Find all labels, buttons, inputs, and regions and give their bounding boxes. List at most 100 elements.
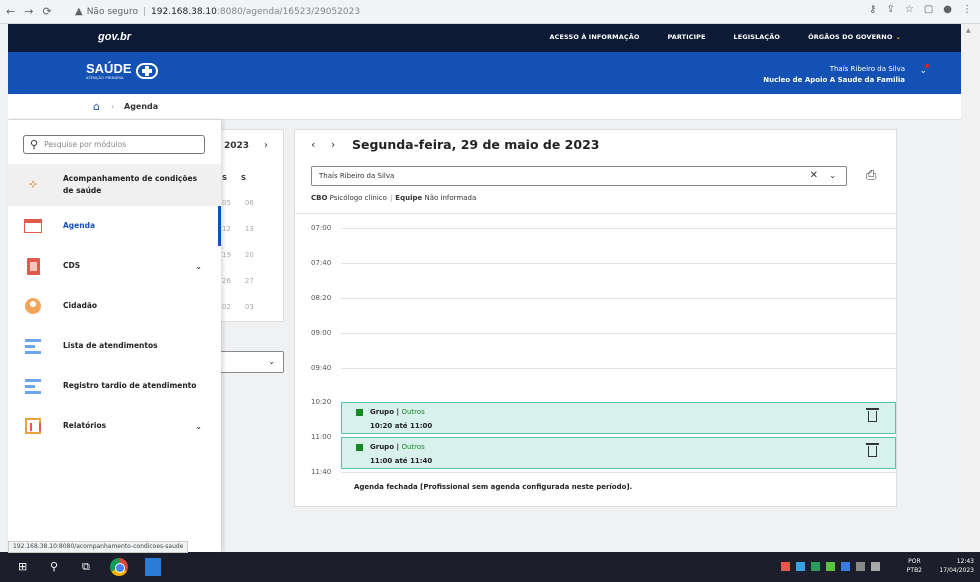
taskbar: ⊞ ⚲ ⧉ POR PTB2 12:43 17/04/2023 <box>0 552 980 582</box>
address-bar[interactable]: ▲ Não seguro | 192.168.38.10:8080/agenda… <box>75 6 360 17</box>
search-placeholder: Pesquise por módulos <box>44 140 127 149</box>
user-name: Thaís Ribeiro da Silva <box>829 65 905 73</box>
warning-icon: ▲ <box>75 6 83 17</box>
search-icon[interactable]: ⚲ <box>50 560 58 573</box>
cds-icon <box>23 257 43 275</box>
calendar-week[interactable]: 12 13 <box>222 225 254 233</box>
time-label: 09:00 <box>311 329 332 337</box>
chevron-down-icon: ⌄ <box>268 357 275 366</box>
page-scrollbar[interactable]: ▲ <box>961 24 980 552</box>
schedule-date: Segunda-feira, 29 de maio de 2023 <box>352 137 600 152</box>
saude-logo[interactable]: SAÚDE ATENÇÃO PRIMÁRIA <box>86 62 158 80</box>
user-info[interactable]: Thaís Ribeiro da Silva Nucleo de Apoio A… <box>763 64 905 86</box>
url-path: :8080/agenda/16523/29052023 <box>216 6 361 17</box>
profile-icon[interactable]: ● <box>943 4 952 15</box>
tray-app-icon <box>781 562 790 571</box>
schedule-event[interactable]: Grupo | Outros 10:20 até 11:00 <box>341 402 896 434</box>
sidebar-item-lista[interactable]: Lista de atendimentos <box>8 326 221 366</box>
time-label: 11:00 <box>311 433 332 441</box>
system-tray[interactable] <box>781 562 880 571</box>
time-label: 11:40 <box>311 468 332 476</box>
calendar-next-icon[interactable]: › <box>264 140 268 151</box>
sidebar-item-label: Agenda <box>63 221 96 230</box>
task-view-icon[interactable]: ⧉ <box>82 560 90 574</box>
user-unit: Nucleo de Apoio A Saude da Familia <box>763 76 905 84</box>
time-label: 07:00 <box>311 224 332 232</box>
forward-icon[interactable]: → <box>24 5 33 18</box>
language-indicator[interactable]: POR PTB2 <box>907 557 922 575</box>
breadcrumb-current: Agenda <box>124 102 159 111</box>
star-icon[interactable]: ☆ <box>905 4 914 15</box>
schedule-panel: ‹ › Segunda-feira, 29 de maio de 2023 Th… <box>294 129 897 507</box>
calendar-week[interactable]: 19 20 <box>222 251 254 259</box>
chevron-down-icon: ⌄ <box>195 261 202 271</box>
print-icon[interactable]: ⎙ <box>866 168 876 183</box>
relatorios-icon <box>23 417 43 435</box>
event-marker-icon <box>356 444 363 451</box>
calendar-week[interactable]: 02 03 <box>222 303 254 311</box>
scroll-up-icon: ▲ <box>966 27 971 34</box>
clock[interactable]: 12:43 17/04/2023 <box>939 557 974 575</box>
schedule-event[interactable]: Grupo | Outros 11:00 até 11:40 <box>341 437 896 469</box>
network-icon <box>856 562 865 571</box>
volume-icon <box>871 562 880 571</box>
status-url: 192.168.38.10:8080/acompanhamento-condic… <box>8 541 189 553</box>
professional-select[interactable]: Thaís Ribeiro da Silva ✕ ⌄ <box>311 166 847 186</box>
app-header: SAÚDE ATENÇÃO PRIMÁRIA Thaís Ribeiro da … <box>8 52 961 94</box>
breadcrumb-separator-icon: › <box>111 102 115 111</box>
tray-app-icon <box>811 562 820 571</box>
closed-message: Agenda fechada [Profissional sem agenda … <box>354 483 633 491</box>
reload-icon[interactable]: ⟳ <box>42 5 51 18</box>
sidebar-item-cds[interactable]: CDS ⌄ <box>8 246 221 286</box>
time-label: 08:20 <box>311 294 332 302</box>
day-nav[interactable]: ‹ › <box>311 138 341 151</box>
sidebar-item-acompanhamento[interactable]: ⊹ Acompanhamento de condições de saúde <box>8 164 221 206</box>
filter-select[interactable]: ⌄ <box>213 351 284 373</box>
cross-icon <box>135 63 158 79</box>
sidebar-item-agenda[interactable]: Agenda <box>8 206 221 246</box>
link-acesso[interactable]: ACESSO À INFORMAÇÃO <box>550 33 640 41</box>
cidadao-icon <box>23 297 43 315</box>
govbr-logo[interactable]: gov.br <box>98 31 131 43</box>
event-time: 10:20 até 11:00 <box>370 422 433 430</box>
mini-calendar: 2023 › SS 05 06 12 13 19 20 26 27 02 03 <box>213 129 284 322</box>
browser-toolbar: ← → ⟳ ▲ Não seguro | 192.168.38.10:8080/… <box>0 0 980 24</box>
link-orgaos[interactable]: ÓRGÃOS DO GOVERNO ⌄ <box>808 33 901 41</box>
share-icon[interactable]: ⇪ <box>886 4 894 15</box>
link-participe[interactable]: PARTICIPE <box>667 33 705 41</box>
registro-icon <box>23 377 43 395</box>
trash-icon[interactable] <box>866 408 879 422</box>
chevron-down-icon: ⌄ <box>195 421 202 431</box>
document-app-icon[interactable] <box>145 558 161 576</box>
notification-dot <box>925 64 929 68</box>
time-label: 09:40 <box>311 364 332 372</box>
module-search[interactable]: ⚲ Pesquise por módulos <box>23 135 205 154</box>
chevron-down-icon[interactable]: ⌄ <box>829 167 836 185</box>
menu-icon[interactable]: ⋮ <box>962 4 972 15</box>
tray-app-icon <box>796 562 805 571</box>
tray-app-icon <box>841 562 850 571</box>
clear-icon[interactable]: ✕ <box>810 167 818 185</box>
link-legislacao[interactable]: LEGISLAÇÃO <box>734 33 781 41</box>
calendar-week[interactable]: 05 06 <box>222 199 254 207</box>
sidebar-item-relatorios[interactable]: Relatórios ⌄ <box>8 406 221 446</box>
home-icon[interactable]: ⌂ <box>93 100 100 113</box>
calendar-week[interactable]: 26 27 <box>222 277 254 285</box>
user-menu-toggle[interactable]: ⌄ <box>919 64 931 76</box>
time-label: 07:40 <box>311 259 332 267</box>
chrome-icon[interactable] <box>110 558 128 576</box>
event-title: Grupo | Outros <box>370 408 425 416</box>
split-icon[interactable]: ▢ <box>924 4 933 15</box>
acompanhamento-icon: ⊹ <box>29 180 37 190</box>
sidebar-item-registro[interactable]: Registro tardio de atendimento <box>8 366 221 406</box>
sidebar-item-cidadao[interactable]: Cidadão <box>8 286 221 326</box>
windows-start-icon[interactable]: ⊞ <box>18 560 27 573</box>
back-icon[interactable]: ← <box>6 5 15 18</box>
sidebar-item-label: Registro tardio de atendimento <box>63 381 197 390</box>
trash-icon[interactable] <box>866 443 879 457</box>
chevron-down-icon: ⌄ <box>895 33 901 41</box>
search-icon: ⚲ <box>30 138 39 151</box>
key-icon[interactable]: ⚷ <box>869 4 876 15</box>
calendar-year: 2023 <box>224 141 250 151</box>
agenda-icon <box>23 217 43 235</box>
